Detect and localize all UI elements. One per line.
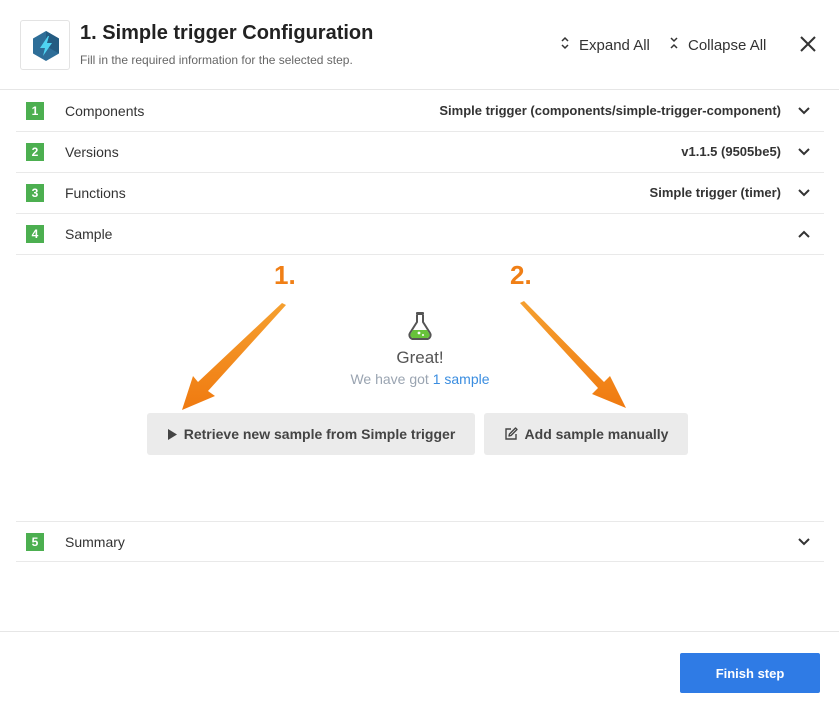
close-button[interactable] — [797, 33, 819, 55]
step-components[interactable]: 1 Components Simple trigger (components/… — [16, 91, 824, 132]
collapse-icon — [668, 36, 680, 54]
step-functions[interactable]: 3 Functions Simple trigger (timer) — [16, 173, 824, 214]
step-summary[interactable]: 5 Summary — [16, 521, 824, 562]
step-number-badge: 3 — [26, 184, 44, 202]
close-icon — [800, 36, 816, 52]
step-number-badge: 2 — [26, 143, 44, 161]
sample-status-text: We have got 1 sample — [16, 371, 824, 387]
edit-icon — [504, 427, 518, 441]
step-label: Functions — [65, 185, 126, 201]
step-sample[interactable]: 4 Sample — [16, 214, 824, 255]
sample-status-prefix: We have got — [350, 371, 433, 387]
step-label: Components — [65, 103, 145, 119]
expand-icon — [559, 36, 571, 54]
step-value: Simple trigger (components/simple-trigge… — [439, 103, 781, 118]
finish-step-button[interactable]: Finish step — [680, 653, 820, 693]
add-sample-manually-label: Add sample manually — [524, 426, 669, 442]
sample-panel: 1. 2. Great! We have got 1 sample Retrie… — [16, 255, 824, 520]
chevron-down-icon — [798, 107, 810, 115]
page-title: 1. Simple trigger Configuration — [80, 22, 374, 44]
annotation-label-1: 1. — [274, 260, 296, 290]
add-sample-manually-button[interactable]: Add sample manually — [484, 413, 688, 455]
collapse-all-label: Collapse All — [688, 36, 767, 54]
step-value: v1.1.5 (9505be5) — [681, 144, 781, 159]
expand-all-button[interactable]: Expand All — [559, 35, 650, 55]
step-label: Sample — [65, 226, 113, 242]
page-subtitle: Fill in the required information for the… — [80, 53, 353, 67]
step-label: Versions — [65, 144, 119, 160]
step-number-badge: 5 — [26, 533, 44, 551]
chevron-down-icon — [798, 538, 810, 546]
chevron-down-icon — [798, 189, 810, 197]
step-value: Simple trigger (timer) — [649, 185, 781, 200]
expand-all-label: Expand All — [579, 36, 650, 54]
chevron-up-icon — [798, 230, 810, 238]
modal-footer: Finish step — [0, 631, 839, 710]
step-label: Summary — [65, 534, 125, 550]
step-number-badge: 1 — [26, 102, 44, 120]
annotation-label-2: 2. — [510, 260, 532, 290]
component-logo — [20, 20, 70, 70]
modal-header: 1. Simple trigger Configuration Fill in … — [0, 0, 839, 90]
collapse-all-button[interactable]: Collapse All — [668, 35, 766, 55]
sample-count-link[interactable]: 1 sample — [433, 371, 490, 387]
chevron-down-icon — [798, 148, 810, 156]
retrieve-sample-label: Retrieve new sample from Simple trigger — [183, 426, 456, 442]
step-number-badge: 4 — [26, 225, 44, 243]
flask-icon — [408, 312, 432, 341]
step-versions[interactable]: 2 Versions v1.1.5 (9505be5) — [16, 132, 824, 173]
play-icon — [167, 428, 177, 440]
lightning-bolt-icon — [33, 31, 59, 61]
sample-status-title: Great! — [396, 348, 444, 367]
retrieve-sample-button[interactable]: Retrieve new sample from Simple trigger — [147, 413, 475, 455]
